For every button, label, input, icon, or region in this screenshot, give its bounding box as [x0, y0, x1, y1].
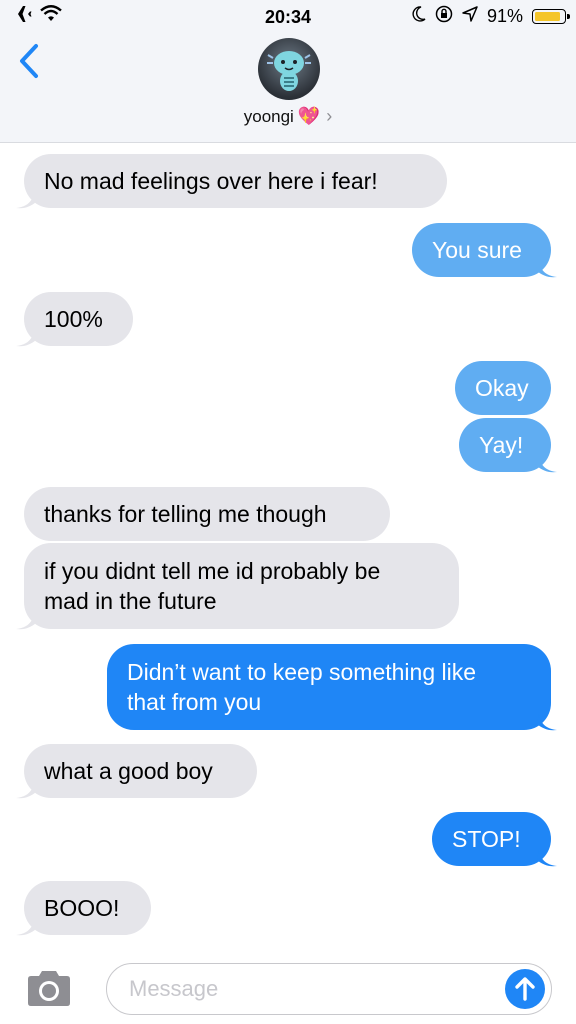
- message-text: BOOO!: [44, 895, 120, 921]
- message-received-2[interactable]: 100%: [24, 292, 133, 346]
- avatar-image: [267, 51, 311, 91]
- status-right: 91%: [412, 5, 570, 28]
- bubble-tail: [537, 714, 557, 731]
- message-text: Didn’t want to keep something like that …: [127, 659, 477, 715]
- heart-emoji: 💖: [297, 106, 321, 126]
- message-sent-4[interactable]: Didn’t want to keep something like that …: [107, 644, 551, 730]
- message-text: Yay!: [479, 432, 524, 458]
- location-icon: [462, 6, 478, 27]
- message-sent-1[interactable]: You sure: [412, 223, 551, 277]
- message-text: Okay: [475, 375, 529, 401]
- message-received-3[interactable]: thanks for telling me though: [24, 487, 390, 541]
- bubble-tail: [16, 919, 36, 936]
- contact-details-chevron: ›: [326, 106, 333, 126]
- bubble-tail: [537, 850, 557, 867]
- battery-fill: [535, 12, 560, 21]
- moon-icon: [412, 6, 426, 27]
- bubble-tail: [16, 782, 36, 799]
- message-text: You sure: [432, 237, 522, 263]
- back-button[interactable]: [14, 40, 46, 84]
- message-text: what a good boy: [44, 758, 213, 784]
- bubble-tail: [537, 261, 557, 278]
- conversation-header: 20:34 91% yoongi 💖 ›: [0, 0, 576, 143]
- message-text: No mad feelings over here i fear!: [44, 168, 378, 194]
- message-received-6[interactable]: BOOO!: [24, 881, 151, 935]
- message-placeholder: Message: [129, 976, 219, 1001]
- battery-percent: 91%: [486, 6, 523, 26]
- send-arrow-icon: [505, 977, 545, 1013]
- message-received-5[interactable]: what a good boy: [24, 744, 257, 798]
- status-bar: 20:34 91%: [0, 4, 576, 30]
- message-text: thanks for telling me though: [44, 501, 327, 527]
- bubble-tail: [537, 456, 557, 473]
- message-text: if you didnt tell me id probably be mad …: [44, 558, 381, 614]
- rotation-lock-icon: [435, 5, 453, 28]
- battery-icon: [532, 9, 570, 24]
- message-sent-5[interactable]: STOP!: [432, 812, 551, 866]
- camera-icon: [24, 971, 74, 1013]
- message-received-1[interactable]: No mad feelings over here i fear!: [24, 154, 447, 208]
- bubble-tail: [16, 330, 36, 347]
- message-text: STOP!: [452, 826, 521, 852]
- contact-avatar[interactable]: [258, 38, 320, 100]
- message-received-4[interactable]: if you didnt tell me id probably be mad …: [24, 543, 459, 629]
- bubble-tail: [16, 613, 36, 630]
- message-input[interactable]: Message: [106, 963, 552, 1015]
- contact-name-row[interactable]: yoongi 💖 ›: [0, 106, 576, 127]
- bubble-tail: [16, 192, 36, 209]
- message-sent-2[interactable]: Okay: [455, 361, 551, 415]
- send-button[interactable]: [505, 969, 545, 1009]
- camera-button[interactable]: [24, 967, 74, 1009]
- chevron-left-icon: [14, 44, 46, 88]
- message-text: 100%: [44, 306, 103, 332]
- contact-name: yoongi: [243, 107, 294, 126]
